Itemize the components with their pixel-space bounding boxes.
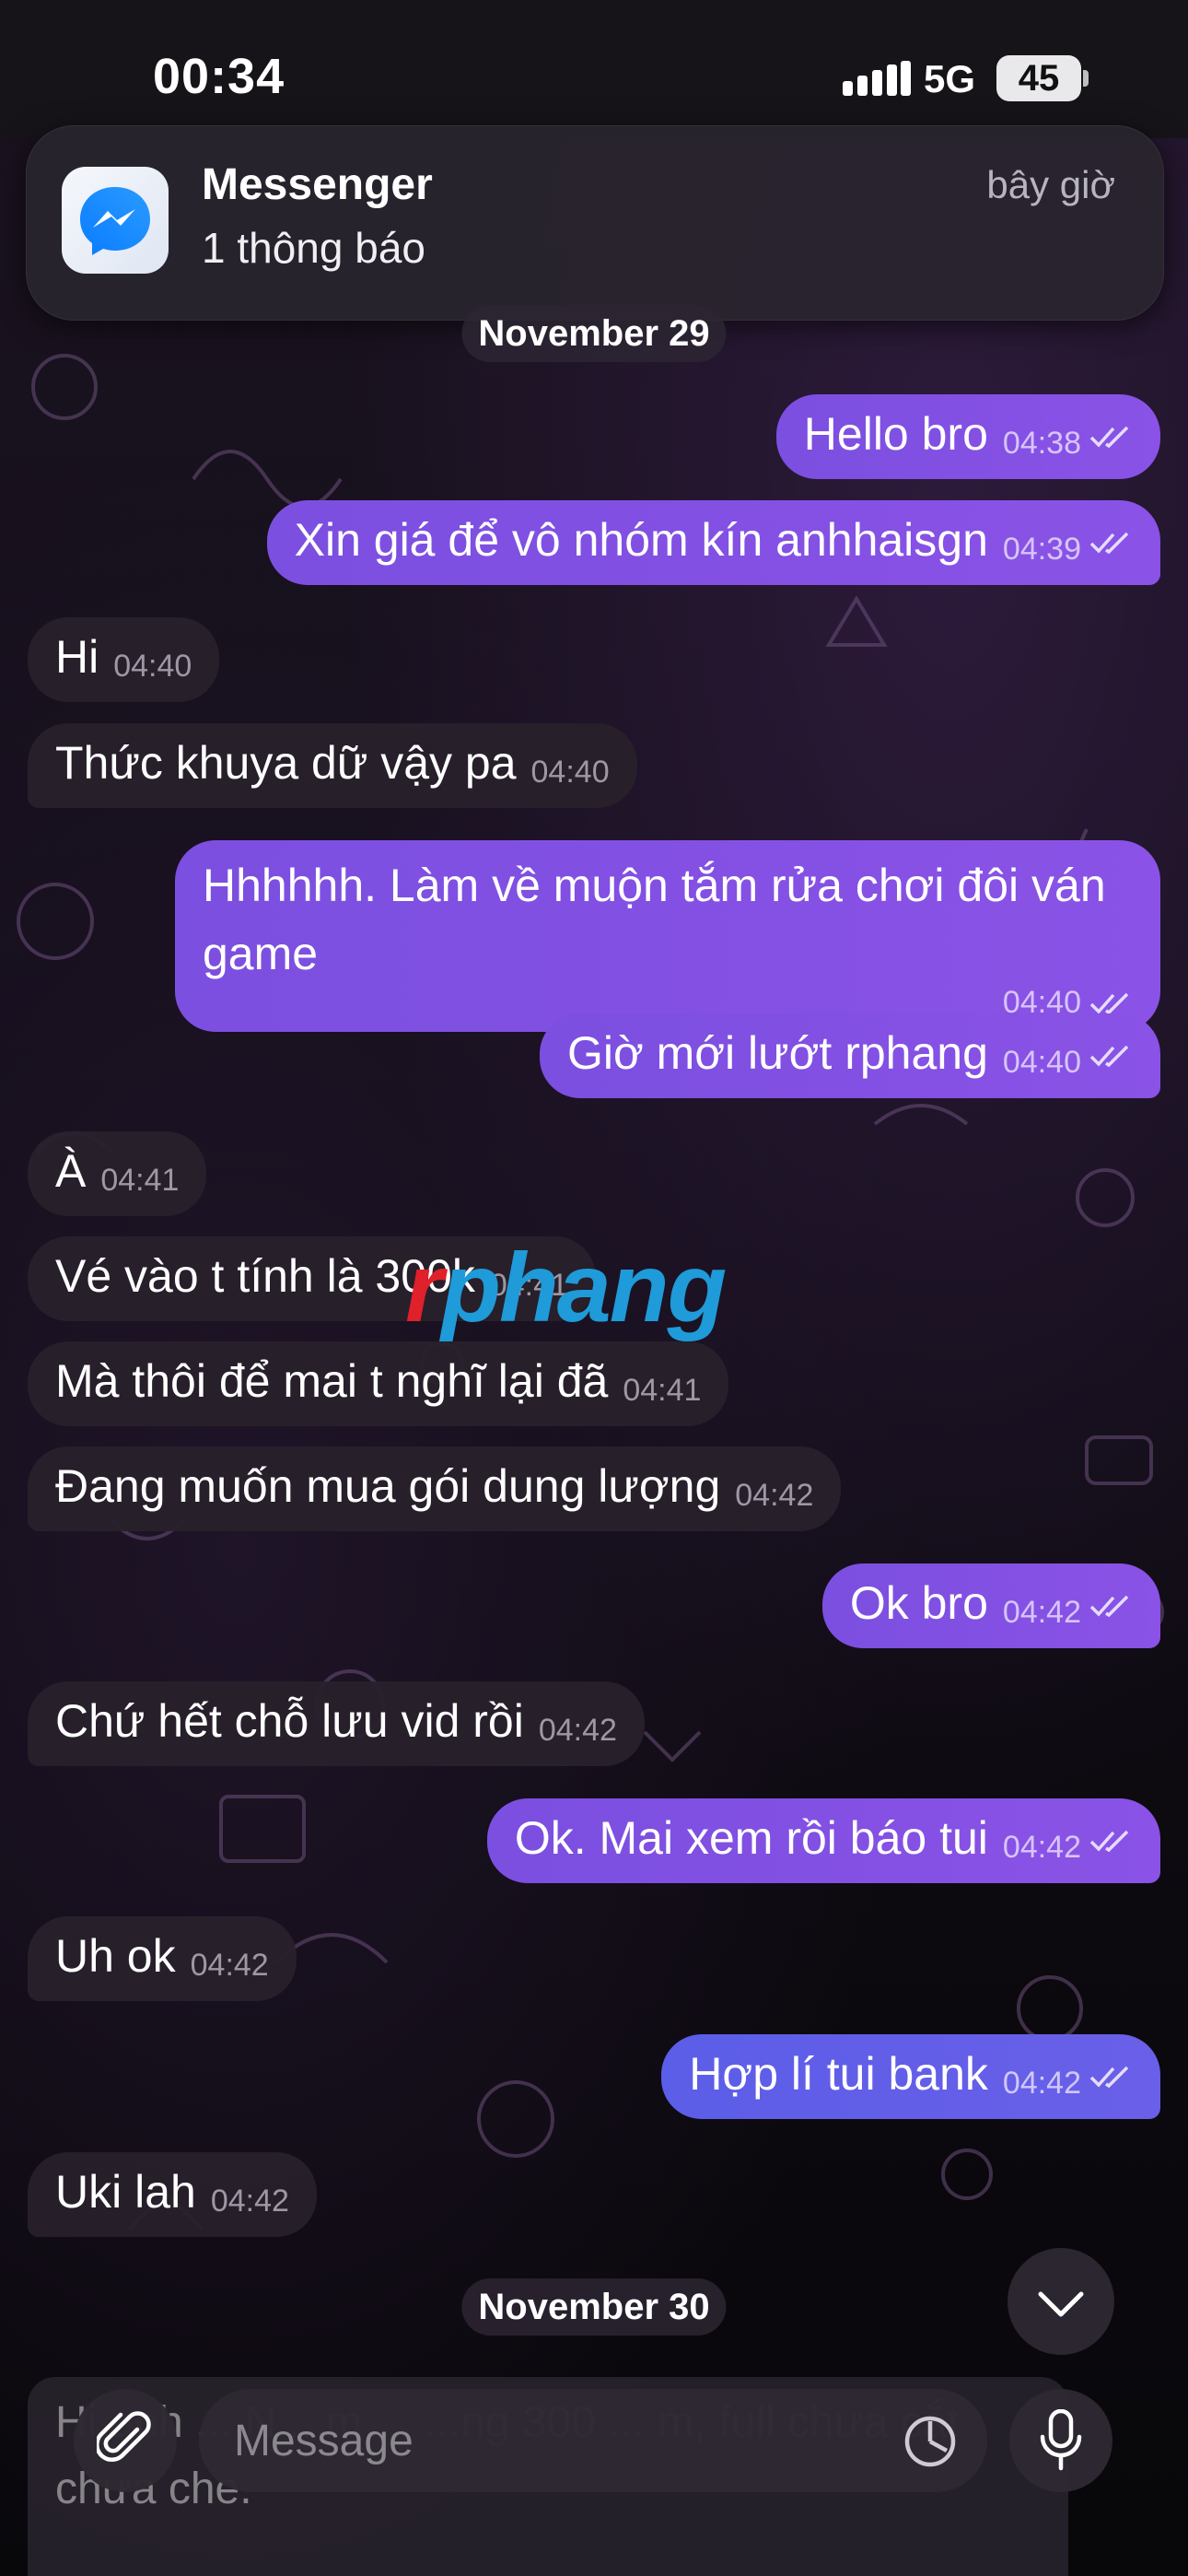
message-text: Ok bro — [849, 1576, 988, 1629]
paperclip-icon — [97, 2411, 151, 2463]
message-bubble-outgoing[interactable]: Ok bro 04:42 — [821, 1563, 1160, 1648]
battery-cap — [1083, 70, 1089, 87]
double-check-icon — [1089, 1045, 1129, 1068]
notification-time: bây giờ — [986, 163, 1115, 206]
message-time: 04:41 — [100, 1163, 180, 1198]
message-text: À — [55, 1144, 87, 1197]
message-bubble-outgoing[interactable]: Giờ mới lướt rphang 04:40 — [539, 1013, 1160, 1098]
message-time: 04:40 — [530, 755, 610, 790]
signal-bars-icon — [843, 61, 911, 96]
message-time: 04:42 — [1002, 1595, 1081, 1630]
message-text: Hhhhhh. Làm về muộn tắm rửa chơi đôi ván… — [203, 860, 1106, 979]
messenger-notification-banner[interactable]: Messenger 1 thông báo bây giờ — [26, 125, 1164, 321]
double-check-icon — [1089, 532, 1129, 555]
message-bubble-incoming[interactable]: Hi 04:40 — [28, 617, 220, 702]
status-time: 00:34 — [153, 49, 285, 104]
message-time: 04:40 — [1002, 1045, 1081, 1080]
message-text: Ok. Mai xem rồi báo tui — [514, 1811, 988, 1864]
watermark-rest: phang — [441, 1234, 727, 1342]
message-text: Xin giá để vô nhóm kín anhhaisgn — [294, 513, 988, 566]
message-time: 04:42 — [1002, 1830, 1081, 1865]
message-time: 04:42 — [735, 1478, 814, 1513]
message-bubble-incoming[interactable]: Uki lah 04:42 — [28, 2152, 317, 2237]
message-time: 04:41 — [623, 1373, 702, 1408]
watermark-logo: rphang — [405, 1233, 727, 1344]
watermark-first: r — [405, 1234, 443, 1342]
message-text: Hợp lí tui bank — [689, 2047, 988, 2100]
message-bubble-incoming[interactable]: Uh ok 04:42 — [28, 1916, 297, 2001]
message-text: Hello bro — [803, 407, 988, 460]
message-time: 04:39 — [1002, 532, 1081, 567]
attach-button[interactable] — [74, 2389, 177, 2492]
message-text: Uh ok — [55, 1929, 176, 1982]
network-type: 5G — [924, 57, 976, 100]
message-input[interactable] — [199, 2389, 987, 2492]
message-text: Đang muốn mua gói dung lượng — [55, 1459, 721, 1512]
message-text: Giờ mới lướt rphang — [566, 1026, 988, 1079]
message-text: Mà thôi để mai t nghĩ lại đã — [55, 1354, 609, 1407]
battery-icon: 45 — [996, 55, 1081, 101]
message-text: Uki lah — [55, 2165, 196, 2218]
message-time: 04:42 — [1002, 2066, 1081, 2101]
message-time: 04:42 — [210, 2184, 289, 2219]
double-check-icon — [1089, 992, 1129, 1015]
double-check-icon — [1089, 2066, 1129, 2089]
message-bubble-incoming[interactable]: Mà thôi để mai t nghĩ lại đã 04:41 — [28, 1341, 729, 1426]
message-bubble-outgoing[interactable]: Ok. Mai xem rồi báo tui 04:42 — [486, 1798, 1160, 1883]
messenger-icon — [62, 167, 169, 274]
notification-app-name: Messenger — [202, 160, 433, 209]
double-check-icon — [1089, 1595, 1129, 1618]
message-time: 04:38 — [1002, 426, 1081, 461]
message-time: 04:42 — [538, 1713, 617, 1748]
message-text: Hi — [55, 630, 99, 683]
message-bubble-outgoing[interactable]: Xin giá để vô nhóm kín anhhaisgn 04:39 — [266, 500, 1160, 585]
status-bar: 00:34 5G 45 — [0, 0, 1188, 138]
message-bubble-outgoing[interactable]: Hello bro 04:38 — [775, 394, 1160, 479]
message-bubble-incoming[interactable]: Chứ hết chỗ lưu vid rồi 04:42 — [28, 1681, 645, 1766]
message-bubble-incoming[interactable]: Đang muốn mua gói dung lượng 04:42 — [28, 1446, 842, 1531]
message-time: 04:40 — [113, 649, 192, 684]
microphone-button[interactable] — [1009, 2389, 1112, 2492]
message-bubble-incoming[interactable]: À 04:41 — [28, 1131, 207, 1216]
message-bubble-outgoing[interactable]: Hhhhhh. Làm về muộn tắm rửa chơi đôi ván… — [175, 840, 1160, 1032]
notification-subtitle: 1 thông báo — [202, 224, 426, 272]
message-time: 04:42 — [190, 1948, 269, 1983]
message-bubble-incoming[interactable]: Thức khuya dữ vậy pa 04:40 — [28, 723, 637, 808]
double-check-icon — [1089, 426, 1129, 449]
double-check-icon — [1089, 1830, 1129, 1853]
sticker-clock-icon[interactable] — [901, 2412, 960, 2471]
message-text: Chứ hết chỗ lưu vid rồi — [55, 1694, 524, 1747]
chevron-down-icon — [1038, 2291, 1084, 2317]
scroll-down-button[interactable] — [1007, 2248, 1114, 2355]
message-bubble-outgoing[interactable]: Hợp lí tui bank 04:42 — [661, 2034, 1160, 2119]
message-text: Thức khuya dữ vậy pa — [55, 736, 517, 789]
date-separator: November 29 — [461, 305, 727, 362]
microphone-icon — [1040, 2409, 1082, 2471]
date-separator: November 30 — [461, 2278, 727, 2336]
